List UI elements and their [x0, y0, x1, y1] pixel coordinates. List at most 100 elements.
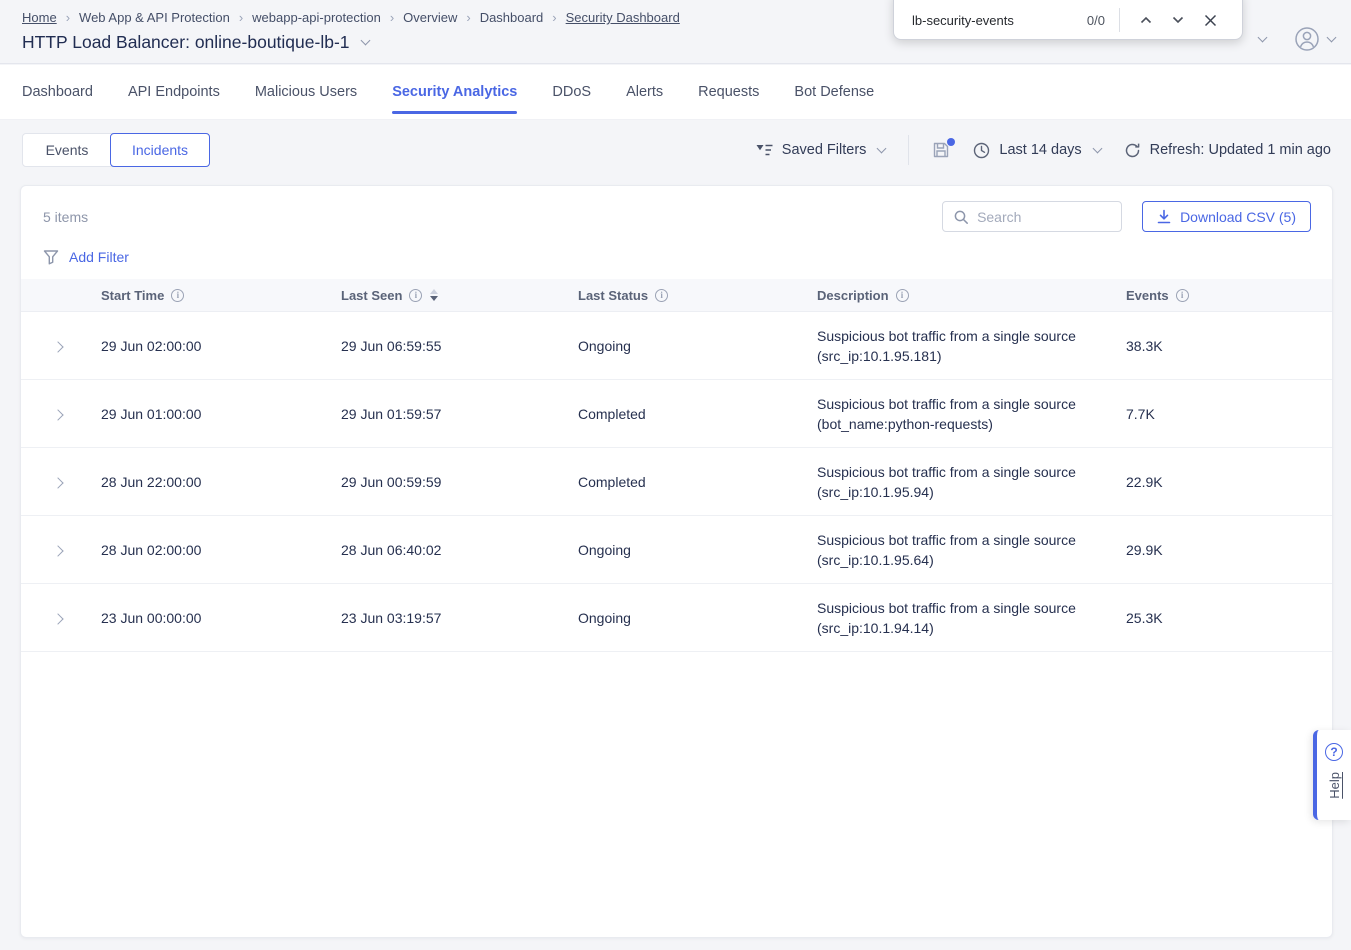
find-previous-button[interactable] [1130, 6, 1162, 34]
breadcrumb-segment: Security Dashboard › [566, 10, 680, 25]
table-row[interactable]: 28 Jun 02:00:00 28 Jun 06:40:02 Ongoing … [21, 516, 1332, 584]
tab[interactable]: Security Analytics [392, 65, 517, 119]
column-label: Last Status [578, 288, 648, 303]
tab[interactable]: Requests [698, 65, 759, 119]
find-close-button[interactable] [1194, 6, 1226, 34]
cell-events: 25.3K [1126, 610, 1332, 626]
view-toggle-option[interactable]: Events [23, 134, 111, 166]
column-header-description[interactable]: Description [817, 288, 1126, 303]
tab-label: Alerts [626, 84, 663, 100]
cell-start-time: 28 Jun 02:00:00 [101, 542, 341, 558]
filter-lines-icon [756, 144, 773, 157]
breadcrumb-link[interactable]: Web App & API Protection [79, 10, 230, 25]
chevron-down-icon[interactable] [1258, 32, 1268, 42]
chevron-down-icon [1327, 32, 1337, 42]
cell-description: Suspicious bot traffic from a single sou… [817, 598, 1126, 638]
tab[interactable]: Alerts [626, 65, 663, 119]
tab[interactable]: Dashboard [22, 65, 93, 119]
cell-events: 22.9K [1126, 474, 1332, 490]
table-row[interactable]: 29 Jun 01:00:00 29 Jun 01:59:57 Complete… [21, 380, 1332, 448]
chevron-down-icon[interactable] [360, 36, 370, 46]
cell-last-status: Ongoing [578, 542, 817, 558]
tab-label: Bot Defense [794, 84, 874, 100]
funnel-icon [43, 249, 59, 265]
view-toggle-option[interactable]: Incidents [110, 133, 210, 167]
sort-descending-icon[interactable] [430, 289, 438, 301]
cell-start-time: 29 Jun 02:00:00 [101, 338, 341, 354]
breadcrumb-link[interactable]: Security Dashboard [566, 10, 680, 25]
incidents-table-card: 5 items Download CSV (5) [20, 185, 1333, 938]
tab[interactable]: Malicious Users [255, 65, 357, 119]
info-icon[interactable] [171, 289, 184, 302]
saved-filters-label: Saved Filters [782, 142, 867, 158]
card-top-bar: 5 items Download CSV (5) [21, 186, 1332, 232]
chevron-right-icon: › [390, 10, 394, 25]
saved-filters-button[interactable]: Saved Filters [756, 142, 886, 158]
breadcrumb-segment: webapp-api-protection › [252, 10, 394, 25]
chevron-right-icon: › [239, 10, 243, 25]
time-range-selector[interactable]: Last 14 days [973, 142, 1100, 159]
tab[interactable]: Bot Defense [794, 65, 874, 119]
refresh-label: Refresh: Updated 1 min ago [1150, 142, 1331, 158]
column-header-start-time[interactable]: Start Time [101, 288, 341, 303]
breadcrumb-link[interactable]: Dashboard [480, 10, 544, 25]
chevron-right-icon: › [466, 10, 470, 25]
tab-bar: Dashboard API Endpoints Malicious Users … [0, 65, 1351, 120]
expand-row-icon[interactable] [52, 545, 63, 556]
expand-row-icon[interactable] [52, 409, 63, 420]
info-icon[interactable] [655, 289, 668, 302]
info-icon[interactable] [409, 289, 422, 302]
cell-last-seen: 29 Jun 01:59:57 [341, 406, 578, 422]
expand-row-icon[interactable] [52, 477, 63, 488]
breadcrumb-link[interactable]: Overview [403, 10, 457, 25]
tab-label: Requests [698, 84, 759, 100]
column-label: Description [817, 288, 889, 303]
column-header-events[interactable]: Events [1126, 288, 1332, 303]
add-filter-button[interactable]: Add Filter [43, 249, 129, 265]
expander-cell [43, 474, 101, 490]
notification-dot [947, 138, 955, 146]
cell-events: 7.7K [1126, 406, 1332, 422]
expand-row-icon[interactable] [52, 341, 63, 352]
save-filter-button[interactable] [932, 141, 950, 159]
chevron-down-icon [1172, 15, 1184, 25]
tab[interactable]: DDoS [552, 65, 591, 119]
tab-label: DDoS [552, 84, 591, 100]
breadcrumb-segment: Dashboard › [480, 10, 557, 25]
tab[interactable]: API Endpoints [128, 65, 220, 119]
expander-cell [43, 406, 101, 422]
header-right-controls [1259, 26, 1335, 52]
download-csv-button[interactable]: Download CSV (5) [1142, 201, 1311, 232]
search-input[interactable] [977, 209, 1111, 225]
table-row[interactable]: 23 Jun 00:00:00 23 Jun 03:19:57 Ongoing … [21, 584, 1332, 652]
cell-last-status: Ongoing [578, 338, 817, 354]
column-label: Last Seen [341, 288, 402, 303]
chevron-down-icon [1092, 143, 1102, 153]
help-button[interactable]: ? Help [1313, 730, 1351, 820]
events-incidents-toggle: Events Incidents [22, 133, 210, 167]
cell-start-time: 23 Jun 00:00:00 [101, 610, 341, 626]
refresh-icon [1124, 142, 1141, 159]
table-row[interactable]: 29 Jun 02:00:00 29 Jun 06:59:55 Ongoing … [21, 312, 1332, 380]
column-label: Start Time [101, 288, 164, 303]
refresh-button[interactable]: Refresh: Updated 1 min ago [1124, 142, 1331, 159]
column-header-last-seen[interactable]: Last Seen [341, 288, 578, 303]
chevron-right-icon: › [552, 10, 556, 25]
table-header-row: Start Time Last Seen Last Status Descrip… [21, 279, 1332, 312]
column-header-last-status[interactable]: Last Status [578, 288, 817, 303]
breadcrumb-link[interactable]: webapp-api-protection [252, 10, 381, 25]
user-menu[interactable] [1294, 26, 1335, 52]
find-query-text[interactable]: lb-security-events [912, 13, 1087, 28]
download-icon [1157, 209, 1171, 224]
breadcrumb-link[interactable]: Home [22, 10, 57, 25]
cell-description: Suspicious bot traffic from a single sou… [817, 462, 1126, 502]
find-next-button[interactable] [1162, 6, 1194, 34]
time-range-label: Last 14 days [999, 142, 1081, 158]
expand-row-icon[interactable] [52, 613, 63, 624]
breadcrumb-segment: Web App & API Protection › [79, 10, 243, 25]
table-row[interactable]: 28 Jun 22:00:00 29 Jun 00:59:59 Complete… [21, 448, 1332, 516]
info-icon[interactable] [1176, 289, 1189, 302]
cell-description: Suspicious bot traffic from a single sou… [817, 394, 1126, 434]
user-avatar-icon[interactable] [1294, 26, 1320, 52]
info-icon[interactable] [896, 289, 909, 302]
